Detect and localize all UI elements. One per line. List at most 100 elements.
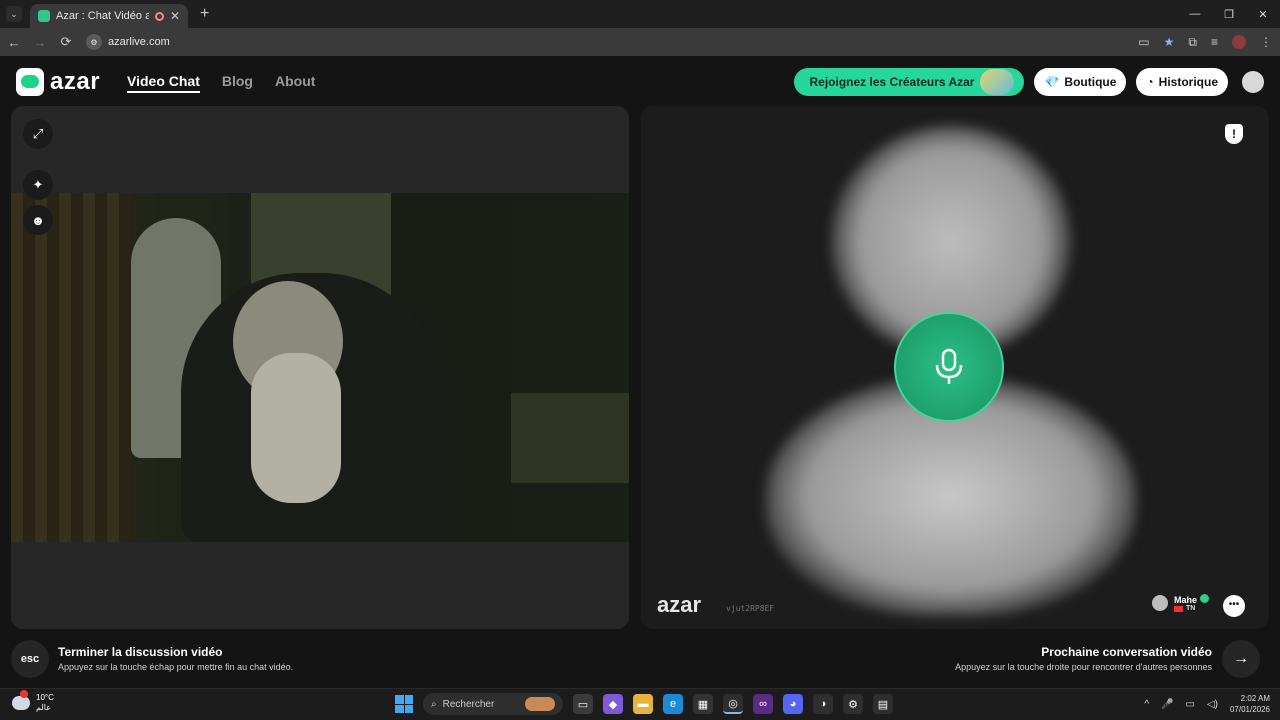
temperature: 10°C <box>36 693 54 702</box>
calculator-icon[interactable]: ▤ <box>873 694 893 714</box>
tab-close-icon[interactable]: ✕ <box>170 9 180 23</box>
discord-icon[interactable]: ◕ <box>783 694 803 714</box>
self-camera-feed <box>11 193 629 542</box>
logo-text: azar <box>50 68 101 95</box>
weather-widget[interactable]: 10°C عالم <box>12 690 54 713</box>
search-icon: ⌕ <box>431 698 437 710</box>
browser-menu-icon[interactable]: ⋮ <box>1260 35 1272 49</box>
peer-country: TN <box>1185 605 1196 612</box>
history-button[interactable]: ◔ Historique <box>1136 68 1228 96</box>
recording-indicator-icon <box>154 11 164 21</box>
creators-badge-icon <box>980 69 1015 95</box>
cast-icon[interactable]: ▭ <box>1138 35 1149 49</box>
azar-logo-icon <box>16 68 44 96</box>
arrow-right-icon: → <box>1233 650 1249 667</box>
tab-search-button[interactable]: ⌄ <box>6 6 22 22</box>
tray-chevron-icon[interactable]: ^ <box>1144 699 1149 710</box>
peer-country-row: TN <box>1173 605 1209 612</box>
copilot-icon[interactable]: ◆ <box>603 694 623 714</box>
url-text: azarlive.com <box>108 36 170 48</box>
address-bar[interactable]: ⚙ azarlive.com <box>86 34 170 50</box>
chrome-icon[interactable]: ◎ <box>723 694 743 714</box>
extensions-icon[interactable]: ⧉ <box>1188 35 1197 50</box>
history-label: Historique <box>1158 75 1218 89</box>
weather-sub: عالم <box>36 703 51 712</box>
nav-about[interactable]: About <box>275 73 315 93</box>
bookmark-star-icon[interactable]: ★ <box>1164 35 1175 49</box>
browser-tab-bar: ⌄ Azar : Chat Vidéo avec de n ✕ + — ❐ ✕ <box>0 0 1280 28</box>
window-controls: — ❐ ✕ <box>1178 0 1280 28</box>
azar-favicon-icon <box>38 10 50 22</box>
nav-video-chat[interactable]: Video Chat <box>127 73 200 93</box>
network-icon[interactable]: ▭ <box>1185 699 1194 710</box>
back-button[interactable]: ← <box>2 35 26 50</box>
expand-icon: ⤢ <box>32 126 44 141</box>
next-chat-button[interactable]: → <box>1222 640 1260 678</box>
self-video-panel: ⤢ ✦ ☻ <box>11 106 629 629</box>
maximize-button[interactable]: ❐ <box>1212 8 1246 21</box>
reading-list-icon[interactable]: ≡ <box>1211 35 1218 49</box>
camera-shelf <box>511 393 629 483</box>
reload-button[interactable]: ⟳ <box>54 34 78 50</box>
browser-actions: ▭ ★ ⧉ ≡ ⋮ <box>1138 28 1272 56</box>
effects-button[interactable]: ✦ <box>23 170 53 200</box>
volume-icon[interactable]: ◁) <box>1207 699 1218 710</box>
chat-button[interactable]: ••• <box>1223 595 1245 617</box>
peer-video-panel: ! azar vjut2RP8EF Mahe TN ••• <box>641 106 1269 629</box>
sparkle-effects-icon: ✦ <box>32 177 44 192</box>
new-tab-button[interactable]: + <box>200 5 209 23</box>
expand-button[interactable]: ⤢ <box>23 119 53 149</box>
edge-icon[interactable]: e <box>663 694 683 714</box>
camera-curtain <box>11 193 131 542</box>
windows-taskbar: 10°C عالم ⌕ Rechercher ▭ ◆ ▬ e ▦ ◎ ∞ ◕ ◑… <box>0 688 1280 720</box>
windows-start-icon[interactable] <box>395 695 413 713</box>
azar-page: azar Video Chat Blog About Rejoignez les… <box>0 56 1280 688</box>
verified-icon <box>1200 594 1209 603</box>
app-settings-icon[interactable]: ⚙ <box>843 694 863 714</box>
task-view-icon[interactable]: ▭ <box>573 694 593 714</box>
store-icon[interactable]: ▦ <box>693 694 713 714</box>
profile-avatar-icon[interactable] <box>1232 35 1246 49</box>
report-shield-icon[interactable]: ! <box>1225 124 1243 144</box>
visual-studio-icon[interactable]: ∞ <box>753 694 773 714</box>
minimize-button[interactable]: — <box>1178 8 1212 20</box>
site-info-icon[interactable]: ⚙ <box>86 34 102 50</box>
tab-title: Azar : Chat Vidéo avec de n <box>56 10 149 22</box>
mic-tray-icon[interactable]: 🎤 <box>1161 699 1173 710</box>
camera-person-hands <box>251 353 341 503</box>
next-chat-hint: Appuyez sur la touche droite pour rencon… <box>955 662 1212 672</box>
clock[interactable]: 2:02 AM 07/01/2026 <box>1230 693 1270 715</box>
close-window-button[interactable]: ✕ <box>1246 8 1280 21</box>
time: 2:02 AM <box>1240 694 1270 703</box>
forward-button[interactable]: → <box>28 35 52 50</box>
boutique-button[interactable]: 💎 Boutique <box>1034 68 1127 96</box>
peer-details: Mahe TN <box>1173 594 1209 612</box>
nav-blog[interactable]: Blog <box>222 73 253 93</box>
system-tray: ^ 🎤 ▭ ◁) 2:02 AM 07/01/2026 <box>1144 693 1270 715</box>
join-creators-button[interactable]: Rejoignez les Créateurs Azar <box>793 68 1025 96</box>
peer-info[interactable]: Mahe TN <box>1151 594 1209 612</box>
action-bar: esc Terminer la discussion vidéo Appuyez… <box>0 636 1280 688</box>
boutique-label: Boutique <box>1064 75 1117 89</box>
file-explorer-icon[interactable]: ▬ <box>633 694 653 714</box>
taskbar-search[interactable]: ⌕ Rechercher <box>423 693 563 715</box>
chat-bubble-icon: ••• <box>1228 599 1240 610</box>
search-highlight-icon <box>525 697 555 711</box>
end-chat-hint: Appuyez sur la touche échap pour mettre … <box>58 662 294 672</box>
browser-toolbar: ← → ⟳ ⚙ azarlive.com ▭ ★ ⧉ ≡ ⋮ <box>0 28 1280 56</box>
user-profile-icon[interactable] <box>1242 71 1264 93</box>
peer-avatar <box>1151 595 1168 611</box>
app-moon-icon[interactable]: ◑ <box>813 694 833 714</box>
face-filter-icon: ☻ <box>31 212 45 228</box>
header-actions: Rejoignez les Créateurs Azar 💎 Boutique … <box>793 68 1264 96</box>
end-chat-button[interactable]: esc <box>11 640 49 678</box>
azar-logo[interactable]: azar <box>16 68 100 96</box>
face-filter-button[interactable]: ☻ <box>23 205 53 235</box>
end-chat-title: Terminer la discussion vidéo <box>58 645 223 659</box>
main-nav: Video Chat Blog About <box>127 73 315 93</box>
peer-name: Mahe <box>1173 595 1197 605</box>
site-header: azar Video Chat Blog About Rejoignez les… <box>0 56 1280 108</box>
browser-tab[interactable]: Azar : Chat Vidéo avec de n ✕ <box>30 4 188 28</box>
azar-watermark: azar <box>657 592 702 617</box>
watermark-id: vjut2RP8EF <box>726 604 775 613</box>
